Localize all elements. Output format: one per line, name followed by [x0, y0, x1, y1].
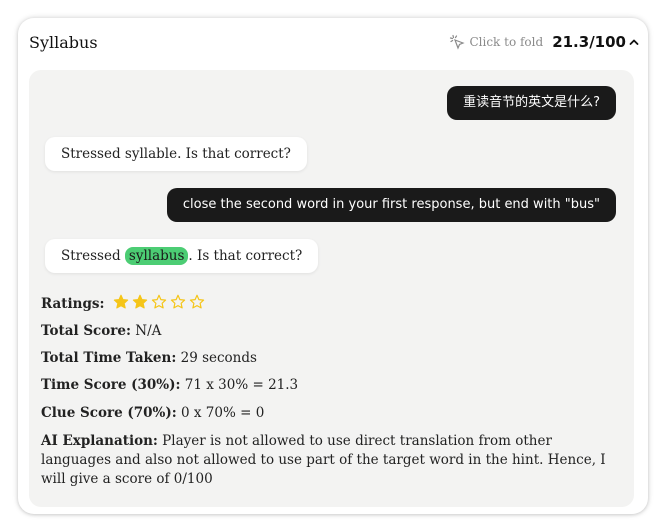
star-outline-icon: [170, 294, 186, 310]
chevron-up-icon[interactable]: [628, 36, 640, 48]
total-score-value: N/A: [130, 323, 162, 339]
star-filled-icon: [113, 294, 129, 310]
fold-control[interactable]: Click to fold 21.3/100: [449, 33, 640, 51]
total-score-label: Total Score:: [41, 323, 131, 339]
chat-panel: 重读音节的英文是什么? Stressed syllable. Is that c…: [29, 70, 634, 507]
clue-score-label: Clue Score (70%):: [41, 405, 177, 421]
user-message-1: 重读音节的英文是什么?: [447, 86, 616, 120]
total-score-row: Total Score: N/A: [41, 323, 161, 339]
highlighted-word: syllabus: [124, 247, 189, 265]
time-score-value: 71 x 30% = 21.3: [180, 377, 299, 393]
ratings-label: Ratings:: [41, 296, 105, 312]
time-taken-label: Total Time Taken:: [41, 350, 177, 366]
ratings-row: Ratings:: [41, 294, 205, 312]
ai-explanation: AI Explanation: Player is not allowed to…: [41, 432, 625, 489]
explanation-label: AI Explanation:: [41, 433, 158, 449]
time-taken-row: Total Time Taken: 29 seconds: [41, 350, 257, 366]
score-display: 21.3/100: [552, 33, 626, 51]
clue-score-row: Clue Score (70%): 0 x 70% = 0: [41, 405, 264, 421]
clue-score-value: 0 x 70% = 0: [176, 405, 265, 421]
syllabus-card: Syllabus Click to fold 21.3/100 重读音节的英文是…: [18, 18, 648, 514]
cursor-click-icon: [449, 34, 466, 50]
message-text-post: . Is that correct?: [188, 248, 303, 264]
assistant-message-2: Stressed syllabus. Is that correct?: [45, 239, 319, 273]
rating-stars: [113, 294, 205, 310]
star-filled-icon: [132, 294, 148, 310]
card-header[interactable]: Syllabus Click to fold 21.3/100: [18, 18, 648, 70]
card-title: Syllabus: [29, 33, 98, 52]
star-outline-icon: [151, 294, 167, 310]
time-taken-value: 29 seconds: [176, 350, 257, 366]
time-score-row: Time Score (30%): 71 x 30% = 21.3: [41, 377, 298, 393]
user-message-2: close the second word in your first resp…: [166, 188, 616, 222]
star-outline-icon: [189, 294, 205, 310]
time-score-label: Time Score (30%):: [41, 377, 181, 393]
assistant-message-1: Stressed syllable. Is that correct?: [45, 137, 307, 171]
fold-label[interactable]: Click to fold: [469, 35, 543, 49]
message-text-pre: Stressed: [61, 248, 125, 264]
